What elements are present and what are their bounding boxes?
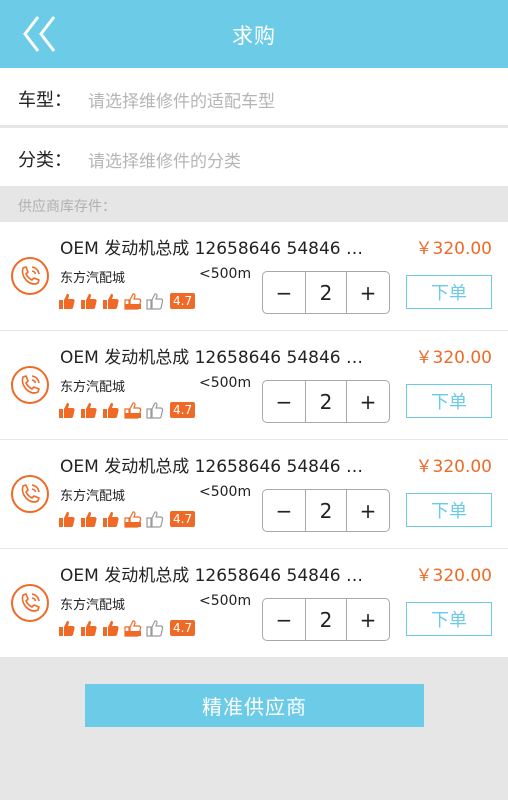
thumb-up-filled-icon — [81, 620, 97, 636]
distance: <500m — [199, 375, 252, 391]
increment-button[interactable]: + — [347, 381, 389, 422]
phone-call-icon[interactable] — [10, 583, 50, 623]
rating-badge: 4.7 — [170, 402, 196, 418]
thumb-up-half-icon — [124, 511, 142, 528]
product-name[interactable]: OEM 发动机总成 12658646 54846 … — [60, 234, 363, 259]
page-title: 求购 — [232, 24, 276, 48]
shop-name[interactable]: 东方汽配城 — [60, 485, 125, 504]
thumbs-rating: 4.7 — [58, 619, 196, 637]
thumb-up-filled-icon — [103, 620, 119, 636]
rating-badge: 4.7 — [170, 511, 196, 527]
thumb-up-filled-icon — [59, 402, 75, 418]
thumb-up-outline-icon — [146, 620, 164, 637]
product-name[interactable]: OEM 发动机总成 12658646 54846 … — [60, 343, 363, 368]
shop-name[interactable]: 东方汽配城 — [60, 594, 125, 613]
thumb-up-outline-icon — [146, 511, 164, 528]
list-item: OEM 发动机总成 12658646 54846 … ￥320.00 东方汽配城… — [0, 222, 508, 330]
distance: <500m — [199, 266, 252, 282]
product-price: ￥320.00 — [415, 348, 492, 368]
product-name[interactable]: OEM 发动机总成 12658646 54846 … — [60, 561, 363, 586]
rating-badge: 4.7 — [170, 620, 196, 636]
distance: <500m — [199, 593, 252, 609]
order-button[interactable]: 下单 — [406, 384, 492, 418]
thumb-up-filled-icon — [59, 293, 75, 309]
product-price: ￥320.00 — [415, 457, 492, 477]
product-price: ￥320.00 — [415, 239, 492, 259]
quantity-value[interactable]: 2 — [305, 599, 347, 640]
product-name[interactable]: OEM 发动机总成 12658646 54846 … — [60, 452, 363, 477]
thumb-up-filled-icon — [103, 293, 119, 309]
quantity-stepper: − 2 + — [262, 489, 390, 532]
thumbs-rating: 4.7 — [58, 401, 196, 419]
thumb-up-filled-icon — [103, 402, 119, 418]
category-placeholder: 请选择维修件的分类 — [88, 152, 241, 172]
quantity-value[interactable]: 2 — [305, 490, 347, 531]
precise-supplier-button[interactable]: 精准供应商 — [85, 684, 424, 727]
decrement-button[interactable]: − — [263, 490, 305, 531]
phone-call-icon[interactable] — [10, 365, 50, 405]
car-model-label: 车型： — [18, 90, 72, 111]
order-button[interactable]: 下单 — [406, 493, 492, 527]
category-selector[interactable]: 分类： 请选择维修件的分类 — [0, 128, 508, 186]
thumb-up-filled-icon — [103, 511, 119, 527]
thumb-up-half-icon — [124, 620, 142, 637]
section-label: 供应商库存件： — [18, 199, 116, 215]
quantity-stepper: − 2 + — [262, 380, 390, 423]
order-button[interactable]: 下单 — [406, 275, 492, 309]
increment-button[interactable]: + — [347, 272, 389, 313]
thumb-up-filled-icon — [59, 620, 75, 636]
car-model-selector[interactable]: 车型： 请选择维修件的适配车型 — [0, 68, 508, 126]
thumb-up-filled-icon — [81, 402, 97, 418]
increment-button[interactable]: + — [347, 490, 389, 531]
thumbs-rating: 4.7 — [58, 510, 196, 528]
thumb-up-half-icon — [124, 293, 142, 310]
quantity-value[interactable]: 2 — [305, 272, 347, 313]
phone-call-icon[interactable] — [10, 256, 50, 296]
distance: <500m — [199, 484, 252, 500]
phone-call-icon[interactable] — [10, 474, 50, 514]
decrement-button[interactable]: − — [263, 381, 305, 422]
decrement-button[interactable]: − — [263, 272, 305, 313]
decrement-button[interactable]: − — [263, 599, 305, 640]
thumb-up-outline-icon — [146, 402, 164, 419]
list-item: OEM 发动机总成 12658646 54846 … ￥320.00 东方汽配城… — [0, 331, 508, 439]
list-item: OEM 发动机总成 12658646 54846 … ￥320.00 东方汽配城… — [0, 549, 508, 657]
rating-badge: 4.7 — [170, 293, 196, 309]
shop-name[interactable]: 东方汽配城 — [60, 267, 125, 286]
category-label: 分类： — [18, 150, 72, 171]
list-item: OEM 发动机总成 12658646 54846 … ￥320.00 东方汽配城… — [0, 440, 508, 548]
order-button[interactable]: 下单 — [406, 602, 492, 636]
quantity-stepper: − 2 + — [262, 598, 390, 641]
top-bar: 求购 — [0, 0, 508, 68]
increment-button[interactable]: + — [347, 599, 389, 640]
car-model-placeholder: 请选择维修件的适配车型 — [88, 92, 275, 112]
thumb-up-filled-icon — [81, 511, 97, 527]
thumb-up-outline-icon — [146, 293, 164, 310]
product-price: ￥320.00 — [415, 566, 492, 586]
shop-name[interactable]: 东方汽配城 — [60, 376, 125, 395]
quantity-value[interactable]: 2 — [305, 381, 347, 422]
quantity-stepper: − 2 + — [262, 271, 390, 314]
thumbs-rating: 4.7 — [58, 292, 196, 310]
thumb-up-half-icon — [124, 402, 142, 419]
thumb-up-filled-icon — [81, 293, 97, 309]
thumb-up-filled-icon — [59, 511, 75, 527]
